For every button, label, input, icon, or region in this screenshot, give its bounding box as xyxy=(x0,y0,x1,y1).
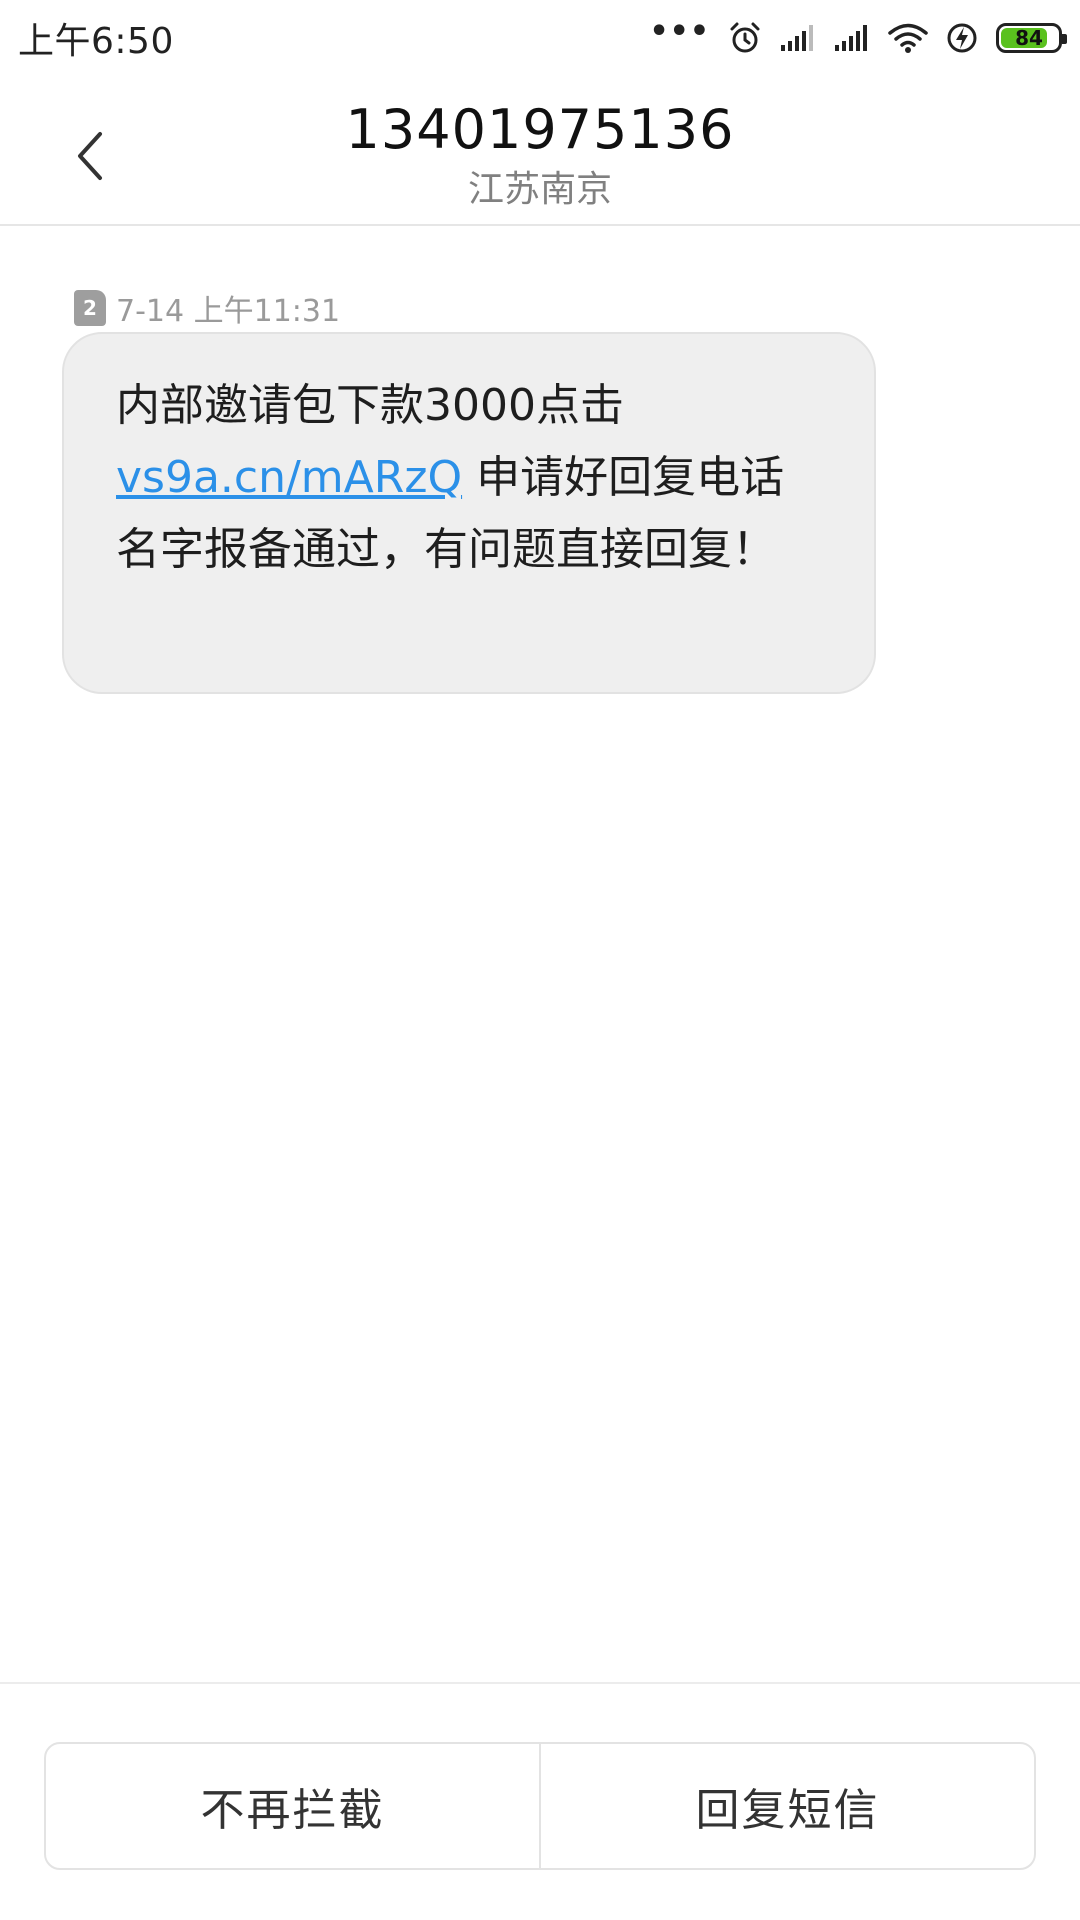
battery-icon: 84 xyxy=(996,18,1067,58)
contact-number: 13401975136 xyxy=(345,98,735,161)
sms-conversation-screen: 上午6:50 ••• 84 13401975136 江苏南京 2 7-14 上午… xyxy=(0,0,1080,1920)
signal-2-icon xyxy=(834,18,870,58)
message-link[interactable]: vs9a.cn/mARzQ xyxy=(116,452,462,503)
message-text-part-1: 内部邀请包下款3000点击 xyxy=(116,380,624,431)
battery-level: 84 xyxy=(1015,26,1043,50)
unblock-button[interactable]: 不再拦截 xyxy=(46,1744,539,1868)
more-dots-icon: ••• xyxy=(649,14,710,49)
signal-1-icon xyxy=(780,18,816,58)
bottom-divider xyxy=(0,1682,1080,1684)
message-meta: 2 7-14 上午11:31 xyxy=(74,286,340,330)
action-bar: 不再拦截 回复短信 xyxy=(44,1742,1036,1870)
message-timestamp: 7-14 上午11:31 xyxy=(116,294,341,329)
reply-sms-button[interactable]: 回复短信 xyxy=(541,1744,1034,1868)
sim-card-icon: 2 xyxy=(74,290,106,326)
wifi-icon xyxy=(888,18,928,58)
conversation-header: 13401975136 江苏南京 xyxy=(0,76,1080,226)
alarm-icon xyxy=(728,18,762,58)
message-bubble[interactable]: 内部邀请包下款3000点击 vs9a.cn/mARzQ 申请好回复电话名字报备通… xyxy=(62,332,876,694)
contact-location: 江苏南京 xyxy=(467,169,612,210)
charging-icon xyxy=(946,18,978,58)
status-bar: 上午6:50 ••• 84 xyxy=(0,0,1080,76)
status-time: 上午6:50 xyxy=(18,21,174,62)
status-icons: ••• 84 xyxy=(649,17,1067,58)
